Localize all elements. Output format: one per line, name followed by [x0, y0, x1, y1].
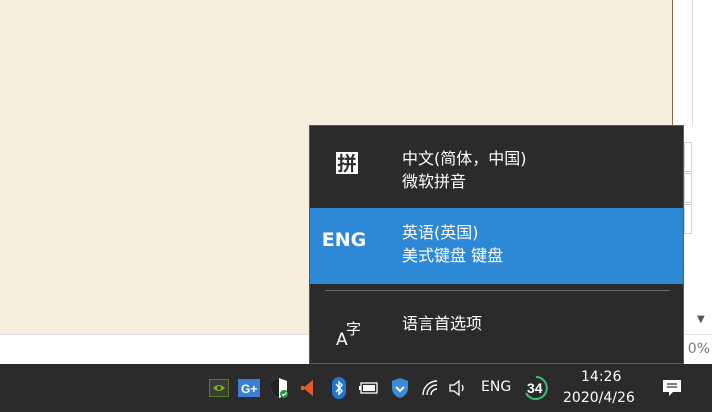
vpn-shield-icon[interactable]: [389, 377, 411, 399]
ime-item-title: 英语(英国): [402, 223, 479, 242]
language-preferences-link[interactable]: A 字 语言首选项: [310, 304, 683, 364]
svg-text:G+: G+: [241, 382, 257, 396]
language-icon: A 字: [332, 316, 366, 352]
zoom-level: 0%: [687, 341, 710, 357]
language-preferences-label: 语言首选项: [402, 314, 483, 333]
nvidia-icon[interactable]: [208, 377, 230, 399]
ime-item-chinese-pinyin[interactable]: 拼 中文(简体，中国) 微软拼音: [310, 126, 683, 202]
ime-item-english-uk[interactable]: ENG 英语(英国) 美式键盘 键盘: [310, 208, 683, 284]
bluetooth-icon[interactable]: [330, 377, 348, 399]
background-field: [684, 204, 692, 234]
flyout-divider: [325, 290, 670, 291]
badge-number: 34: [527, 380, 543, 396]
ime-item-subtitle: 美式键盘 键盘: [402, 246, 504, 265]
battery-icon[interactable]: [358, 377, 380, 399]
background-divider: [692, 0, 693, 125]
language-indicator[interactable]: ENG: [481, 379, 511, 395]
speaker-icon[interactable]: [447, 377, 469, 399]
gplus-icon[interactable]: G+: [237, 377, 261, 399]
taskbar: G+ ENG 34 14:26 2020/4/26: [0, 364, 712, 412]
scroll-down-arrow-icon[interactable]: ▼: [697, 314, 705, 325]
clock-time[interactable]: 14:26: [581, 369, 621, 385]
badge-34-icon[interactable]: 34: [522, 375, 550, 401]
language-icon-zi: 字: [346, 320, 362, 338]
wifi-icon[interactable]: [420, 377, 442, 399]
ime-item-title: 中文(简体，中国): [402, 149, 527, 168]
input-method-flyout: 拼 中文(简体，中国) 微软拼音 ENG 英语(英国) 美式键盘 键盘 A 字 …: [309, 125, 684, 364]
eng-icon: ENG: [321, 229, 367, 251]
background-field: [684, 142, 692, 172]
ime-item-subtitle: 微软拼音: [402, 172, 467, 191]
pinyin-icon: 拼: [336, 152, 358, 175]
security-shield-icon[interactable]: [268, 377, 290, 399]
clock-date[interactable]: 2020/4/26: [563, 390, 635, 406]
notification-icon[interactable]: [660, 377, 684, 399]
volume-warning-icon[interactable]: [297, 377, 319, 399]
background-field: [684, 173, 692, 203]
